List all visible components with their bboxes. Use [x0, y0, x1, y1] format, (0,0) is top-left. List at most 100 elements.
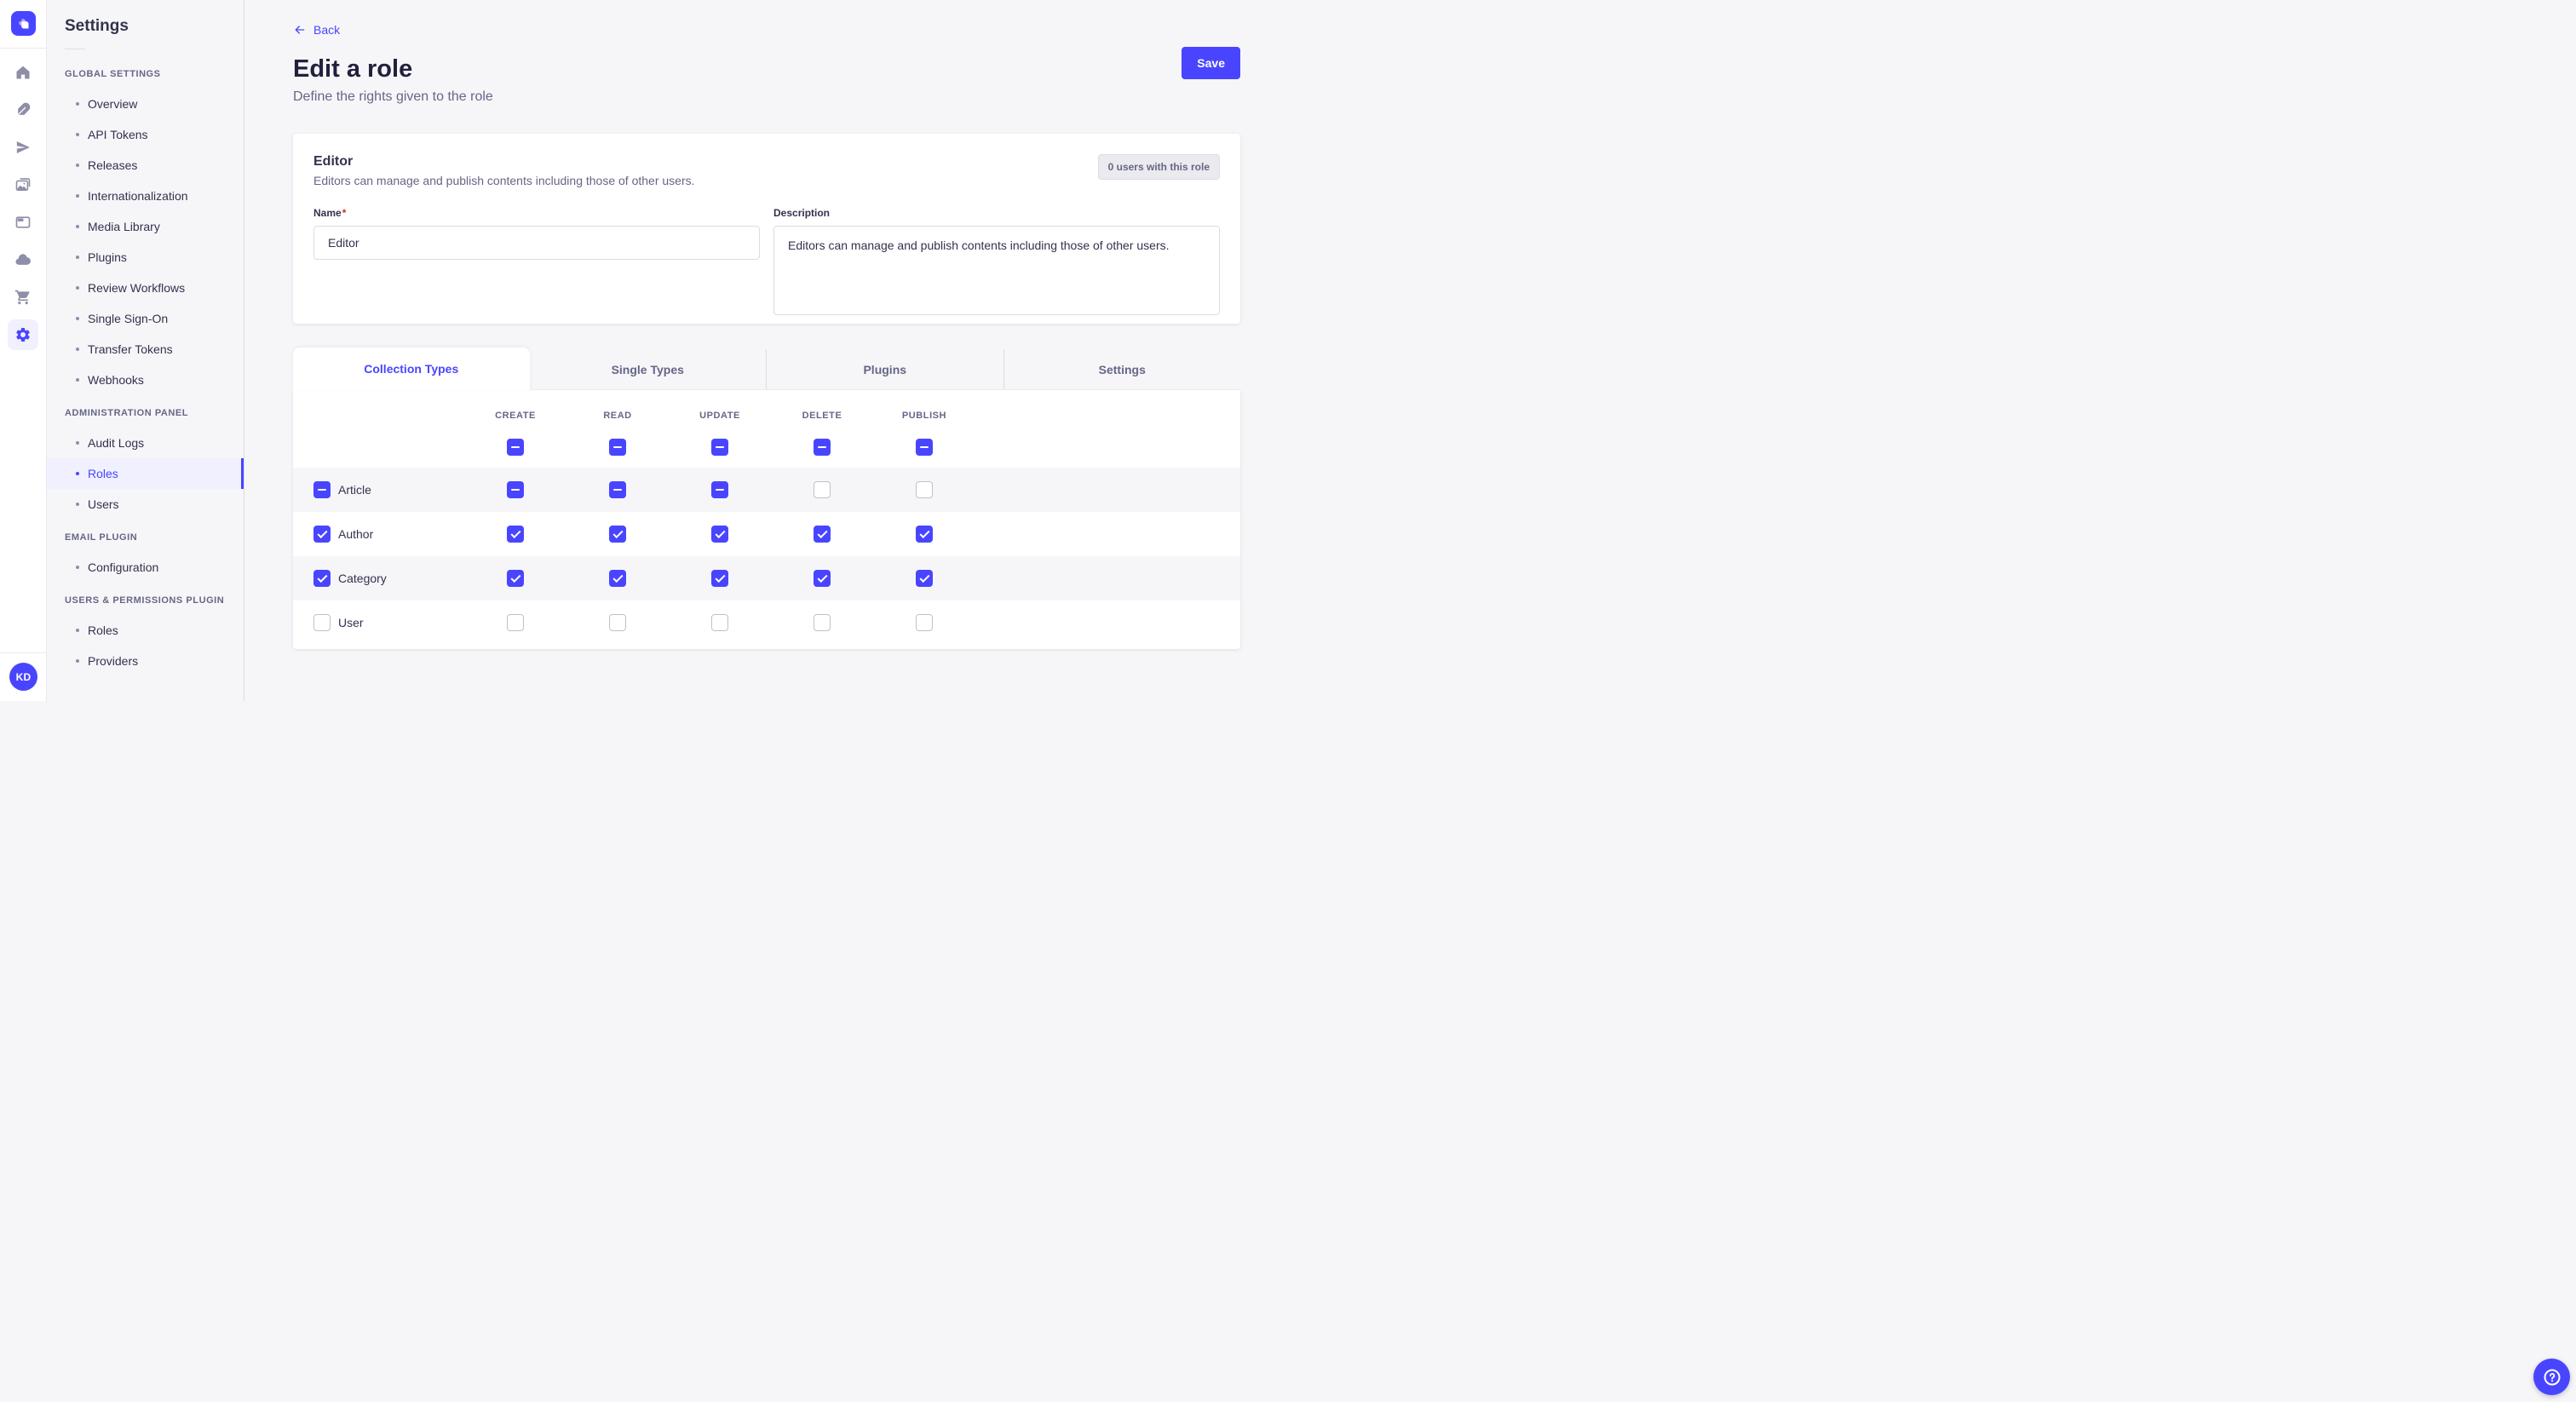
- user-update-checkbox[interactable]: [711, 614, 728, 631]
- strapi-logo[interactable]: [11, 11, 36, 36]
- bullet-icon: [76, 317, 79, 320]
- bullet-icon: [76, 164, 79, 167]
- action-cell: [566, 614, 669, 631]
- article-delete-checkbox[interactable]: [814, 481, 831, 498]
- author-update-checkbox[interactable]: [711, 526, 728, 543]
- sidebar-item-media-library[interactable]: Media Library: [47, 211, 244, 242]
- tab-single-types[interactable]: Single Types: [530, 349, 767, 390]
- article-publish-checkbox[interactable]: [916, 481, 933, 498]
- name-input[interactable]: [313, 226, 760, 260]
- author-create-checkbox[interactable]: [507, 526, 524, 543]
- row-label: Author: [338, 527, 373, 541]
- sidebar-item-configuration[interactable]: Configuration: [47, 552, 244, 583]
- bullet-icon: [76, 566, 79, 569]
- icon-rail: KD: [0, 0, 47, 701]
- select-all-delete-checkbox[interactable]: [814, 439, 831, 456]
- category-update-checkbox[interactable]: [711, 570, 728, 587]
- category-publish-checkbox[interactable]: [916, 570, 933, 587]
- sidebar-item-plugins[interactable]: Plugins: [47, 242, 244, 273]
- article-read-checkbox[interactable]: [609, 481, 626, 498]
- back-label: Back: [313, 23, 340, 37]
- sidebar-item-api-tokens[interactable]: API Tokens: [47, 119, 244, 150]
- author-publish-checkbox[interactable]: [916, 526, 933, 543]
- user-read-checkbox[interactable]: [609, 614, 626, 631]
- tab-collection-types[interactable]: Collection Types: [293, 348, 530, 390]
- tab-settings[interactable]: Settings: [1003, 349, 1241, 390]
- nav-section: EMAIL PLUGINConfiguration: [47, 532, 244, 583]
- select-all-create-checkbox[interactable]: [507, 439, 524, 456]
- action-cell: [669, 614, 771, 631]
- main-content: Back Edit a role Define the rights given…: [244, 0, 1288, 701]
- row-label-cell: User: [293, 614, 464, 631]
- tab-plugins[interactable]: Plugins: [766, 349, 1003, 390]
- column-header-read: READ: [603, 411, 631, 421]
- sidebar-item-users[interactable]: Users: [47, 489, 244, 520]
- user-create-checkbox[interactable]: [507, 614, 524, 631]
- select-row-user-checkbox[interactable]: [313, 614, 331, 631]
- sidebar-item-label: API Tokens: [88, 128, 148, 141]
- article-create-checkbox[interactable]: [507, 481, 524, 498]
- rail-item-send[interactable]: [8, 132, 38, 163]
- nav-section-label: EMAIL PLUGIN: [47, 532, 244, 552]
- rail-divider: [0, 652, 47, 653]
- action-cell: UPDATE: [669, 411, 771, 421]
- action-cell: [566, 481, 669, 498]
- select-row-author-checkbox[interactable]: [313, 526, 331, 543]
- user-delete-checkbox[interactable]: [814, 614, 831, 631]
- category-delete-checkbox[interactable]: [814, 570, 831, 587]
- article-update-checkbox[interactable]: [711, 481, 728, 498]
- select-row-article-checkbox[interactable]: [313, 481, 331, 498]
- sidebar-item-transfer-tokens[interactable]: Transfer Tokens: [47, 334, 244, 365]
- sidebar-item-webhooks[interactable]: Webhooks: [47, 365, 244, 395]
- sidebar-item-review-workflows[interactable]: Review Workflows: [47, 273, 244, 303]
- back-link[interactable]: Back: [293, 23, 340, 37]
- bullet-icon: [76, 102, 79, 106]
- select-all-publish-checkbox[interactable]: [916, 439, 933, 456]
- category-read-checkbox[interactable]: [609, 570, 626, 587]
- rail-item-cart[interactable]: [8, 282, 38, 313]
- bullet-icon: [76, 133, 79, 136]
- rail-item-gear[interactable]: [8, 319, 38, 350]
- rail-item-feather[interactable]: [8, 95, 38, 125]
- action-cell: [669, 439, 771, 456]
- permissions-tab-bar: Collection TypesSingle TypesPluginsSetti…: [293, 348, 1240, 390]
- rail-item-images[interactable]: [8, 170, 38, 200]
- permission-row-category: Category: [293, 556, 1240, 600]
- bullet-icon: [76, 194, 79, 198]
- sidebar-item-providers[interactable]: Providers: [47, 646, 244, 676]
- sidebar-item-single-sign-on[interactable]: Single Sign-On: [47, 303, 244, 334]
- permission-row-user: User: [293, 600, 1240, 645]
- action-cell: [873, 526, 975, 543]
- bullet-icon: [76, 378, 79, 382]
- sidebar-item-internationalization[interactable]: Internationalization: [47, 181, 244, 211]
- save-button[interactable]: Save: [1182, 47, 1240, 79]
- name-field-label: Name*: [313, 207, 346, 219]
- nav-section: ADMINISTRATION PANELAudit LogsRolesUsers: [47, 408, 244, 520]
- bullet-icon: [76, 472, 79, 475]
- rail-item-cloud[interactable]: [8, 244, 38, 275]
- sidebar-item-label: Transfer Tokens: [88, 342, 173, 356]
- sidebar-item-overview[interactable]: Overview: [47, 89, 244, 119]
- users-with-role-badge[interactable]: 0 users with this role: [1098, 154, 1220, 180]
- user-publish-checkbox[interactable]: [916, 614, 933, 631]
- description-textarea[interactable]: Editors can manage and publish contents …: [773, 226, 1220, 315]
- user-avatar[interactable]: KD: [9, 663, 37, 691]
- row-label-cell: Author: [293, 526, 464, 543]
- author-delete-checkbox[interactable]: [814, 526, 831, 543]
- author-read-checkbox[interactable]: [609, 526, 626, 543]
- rail-item-layout[interactable]: [8, 207, 38, 238]
- nav-section: USERS & PERMISSIONS PLUGINRolesProviders: [47, 595, 244, 676]
- sidebar-item-roles[interactable]: Roles: [47, 458, 244, 489]
- nav-section-label: USERS & PERMISSIONS PLUGIN: [47, 595, 244, 615]
- action-cell: [873, 614, 975, 631]
- help-button[interactable]: [2533, 1359, 2570, 1395]
- rail-item-home[interactable]: [8, 57, 38, 88]
- sidebar-item-releases[interactable]: Releases: [47, 150, 244, 181]
- page-subtitle: Define the rights given to the role: [293, 89, 1240, 105]
- select-all-read-checkbox[interactable]: [609, 439, 626, 456]
- category-create-checkbox[interactable]: [507, 570, 524, 587]
- sidebar-item-audit-logs[interactable]: Audit Logs: [47, 428, 244, 458]
- sidebar-item-roles[interactable]: Roles: [47, 615, 244, 646]
- select-all-update-checkbox[interactable]: [711, 439, 728, 456]
- select-row-category-checkbox[interactable]: [313, 570, 331, 587]
